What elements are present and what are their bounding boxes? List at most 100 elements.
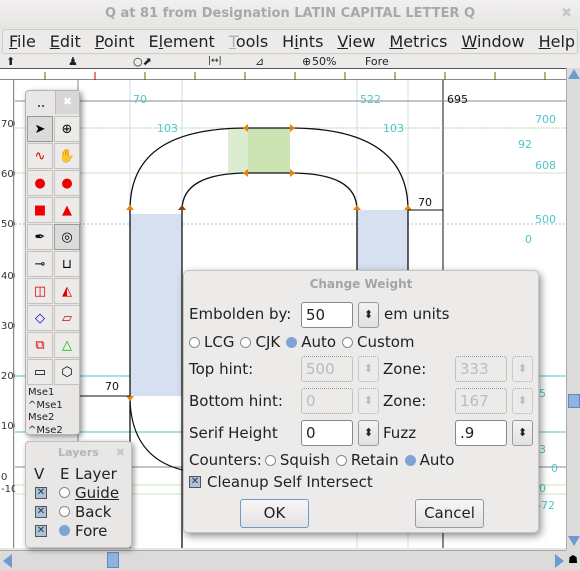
embolden-input[interactable]: 50 (301, 302, 353, 328)
menu-point[interactable]: Point (95, 30, 135, 53)
guide-label-0c: 0 (539, 482, 546, 495)
cleanup-checkbox[interactable]: ✕ (189, 476, 201, 488)
mode-custom-label[interactable]: Custom (357, 333, 414, 351)
counters-squish-label[interactable]: Squish (280, 451, 330, 469)
hvcurve-point-icon: ● (61, 175, 73, 191)
tool-palette-tab[interactable]: .. (26, 91, 56, 116)
serif-height-spinner[interactable]: ⬍ (358, 420, 379, 446)
scroll-down-icon[interactable] (568, 536, 580, 546)
menu-tools-label: ools (235, 32, 269, 51)
counters-retain-label[interactable]: Retain (351, 451, 399, 469)
menu-hints[interactable]: Hints (282, 30, 323, 53)
bottom-hint-input[interactable]: 0 (301, 388, 353, 414)
tool-palette-close-icon[interactable]: ✖ (55, 91, 79, 114)
layer-fore-edit-radio[interactable] (59, 525, 70, 536)
skew-tool[interactable]: ▱ (54, 305, 80, 331)
fuzz-spinner[interactable]: ⬍ (512, 420, 533, 446)
hand-icon: ✋ (58, 148, 76, 164)
top-hint-spinner[interactable]: ⬍ (358, 356, 379, 382)
counters-auto-label[interactable]: Auto (420, 451, 455, 469)
mode-lcg-label[interactable]: LCG (204, 333, 234, 351)
vertical-scrollbar[interactable] (566, 68, 580, 550)
close-icon[interactable]: ✖ (561, 0, 572, 28)
top-zone-spinner[interactable]: ⬍ (512, 356, 533, 382)
spiro-tool[interactable]: ◎ (54, 224, 80, 250)
cleanup-label[interactable]: Cleanup Self Intersect (207, 473, 373, 491)
layer-back-edit-radio[interactable] (59, 506, 70, 517)
menu-window[interactable]: Window (461, 30, 524, 53)
bottom-zone-spinner[interactable]: ⬍ (512, 388, 533, 414)
layers-header-editable: E (60, 464, 70, 483)
menu-edit[interactable]: Edit (50, 30, 81, 53)
menu-help[interactable]: Help (539, 30, 575, 53)
serif-height-input[interactable]: 0 (301, 420, 353, 446)
flip-tool[interactable]: ◭ (54, 278, 80, 304)
pan-icon[interactable]: ☗ (566, 550, 580, 570)
menu-view[interactable]: View (337, 30, 375, 53)
polygon-tool[interactable]: ⬡ (54, 359, 80, 385)
layer-fore-label[interactable]: Fore (75, 522, 107, 540)
magnify-tool[interactable]: ⊕ (54, 116, 80, 142)
layer-back-label[interactable]: Back (75, 503, 111, 521)
layer-guide-label[interactable]: Guide (75, 484, 119, 502)
menu-file[interactable]: File (9, 30, 36, 53)
horizontal-scrollbar[interactable] (0, 550, 566, 570)
menu-tools[interactable]: Tools (229, 30, 268, 53)
layer-back-visible-checkbox[interactable]: ✕ (35, 505, 47, 518)
top-hint-input[interactable]: 500 (301, 356, 353, 382)
bottom-hint-spinner[interactable]: ⬍ (358, 388, 379, 414)
counters-squish-radio[interactable] (264, 454, 276, 466)
top-zone-input[interactable]: 333 (455, 356, 507, 382)
scale-tool[interactable]: ◫ (27, 278, 53, 304)
corner-point-tool[interactable]: ■ (27, 197, 53, 223)
scroll-left-icon[interactable] (3, 554, 12, 568)
mode-auto-radio[interactable] (286, 336, 298, 348)
scroll-up-icon[interactable] (568, 69, 580, 79)
pointer-tool[interactable]: ➤ (27, 116, 53, 142)
guide-label-92: 92 (518, 138, 532, 151)
knife-tool[interactable]: ⊸ (27, 251, 53, 277)
menu-hints-label-b: nts (298, 32, 324, 51)
guide-label-neg72: -72 (537, 499, 555, 512)
scroll-tool[interactable]: ✋ (54, 143, 80, 169)
bottom-zone-input[interactable]: 167 (455, 388, 507, 414)
fuzz-input[interactable]: .9 (455, 420, 507, 446)
layer-row-back: ✕ Back (26, 502, 131, 521)
layers-close-icon[interactable]: ✖ (116, 442, 125, 464)
horizontal-scroll-thumb[interactable] (107, 552, 119, 568)
3d-rotate-tool[interactable]: ⧉ (27, 332, 53, 358)
ok-button[interactable]: OK (240, 499, 309, 528)
rotate-tool[interactable]: ◇ (27, 305, 53, 331)
mode-auto-label[interactable]: Auto (301, 333, 336, 351)
menu-element[interactable]: Element (149, 30, 215, 53)
curve-point-tool[interactable]: ● (27, 170, 53, 196)
vertical-scroll-thumb[interactable] (568, 394, 580, 408)
fuzz-label: Fuzz (383, 424, 417, 442)
layer-guide-visible-checkbox[interactable]: ✕ (35, 486, 47, 499)
pen-tool[interactable]: ✒ (27, 224, 53, 250)
layer-guide-edit-radio[interactable] (59, 487, 70, 498)
mode-cjk-label[interactable]: CJK (255, 333, 280, 351)
knife-icon: ⊸ (34, 256, 46, 272)
counters-retain-radio[interactable] (335, 454, 347, 466)
counters-auto-radio[interactable] (404, 454, 416, 466)
mode-custom-radio[interactable] (342, 336, 354, 348)
mode-lcg-radio[interactable] (189, 336, 200, 348)
menu-metrics[interactable]: Metrics (389, 30, 447, 53)
menu-window-label: indow (476, 32, 525, 51)
embolden-spinner[interactable]: ⬍ (358, 302, 379, 328)
horizontal-ruler (0, 68, 566, 84)
hvcurve-point-tool[interactable]: ● (54, 170, 80, 196)
rectangle-tool[interactable]: ▭ (27, 359, 53, 385)
ruler-tool[interactable]: ⊔ (54, 251, 80, 277)
mouse-line-1: Mse1 (28, 387, 55, 398)
freehand-tool[interactable]: ∿ (27, 143, 53, 169)
zoom-level: 50% (312, 55, 337, 68)
cancel-button[interactable]: Cancel (415, 499, 484, 528)
perspective-tool[interactable]: △ (54, 332, 80, 358)
bottom-hint-label: Bottom hint: (189, 392, 283, 410)
mode-cjk-radio[interactable] (240, 336, 252, 348)
tangent-point-tool[interactable]: ▲ (54, 197, 80, 223)
scroll-right-icon[interactable] (555, 554, 564, 568)
layer-fore-visible-checkbox[interactable]: ✕ (35, 524, 47, 537)
